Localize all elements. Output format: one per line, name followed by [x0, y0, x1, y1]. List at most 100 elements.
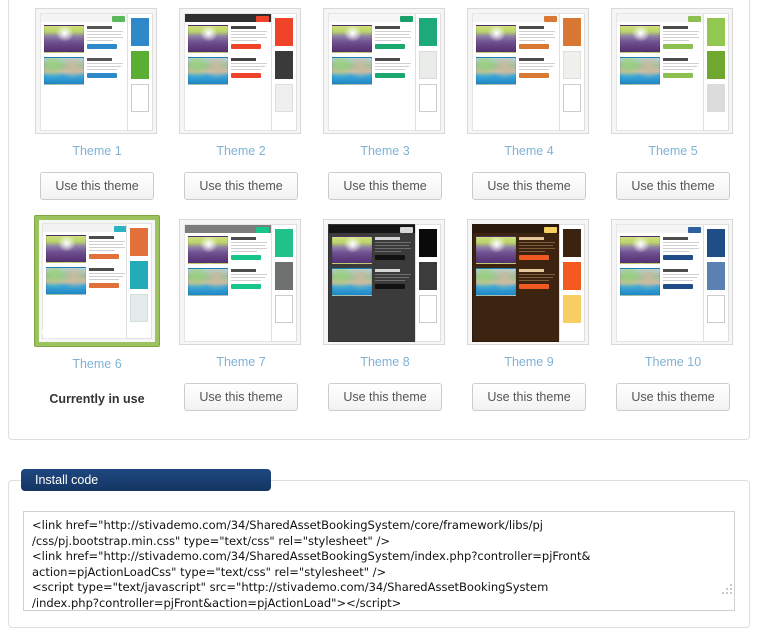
mini-text-line: [663, 274, 699, 276]
theme-card-6[interactable]: Theme 6 Currently in use: [25, 211, 169, 414]
mini-photo-conference-room: [188, 25, 228, 53]
mini-text-line: [519, 39, 545, 41]
theme-thumbnail-2[interactable]: [179, 8, 303, 134]
mini-text-line: [519, 244, 554, 247]
mini-header-button: [544, 226, 557, 233]
mini-text-line: [375, 33, 410, 36]
color-swatch: [131, 18, 149, 46]
theme-action: Use this theme: [457, 171, 601, 201]
mini-body: [617, 233, 703, 303]
mini-listing-item: [620, 268, 700, 296]
mini-text-line: [231, 36, 267, 39]
mini-cta-button: [375, 43, 405, 49]
mini-text-block: [86, 267, 126, 295]
theme-card-7[interactable]: Theme 7 Use this theme: [169, 211, 313, 414]
mini-cta-button: [231, 43, 261, 49]
theme-card-3[interactable]: Theme 3 Use this theme: [313, 0, 457, 201]
color-swatch: [563, 84, 581, 112]
theme-thumbnail-1[interactable]: [35, 8, 159, 134]
theme-thumbnail-3[interactable]: [323, 8, 447, 134]
mini-text-line: [87, 33, 122, 36]
theme-thumbnail-4[interactable]: [467, 8, 591, 134]
mini-photo-summer-villa: [476, 57, 516, 85]
mini-item-title: [663, 26, 689, 29]
mini-item-title: [663, 237, 689, 240]
mini-body: [185, 22, 271, 92]
color-swatch: [707, 262, 725, 290]
use-theme-button[interactable]: Use this theme: [184, 383, 298, 411]
mini-item-title: [87, 26, 113, 29]
mini-cta-button: [231, 254, 261, 260]
color-swatch: [130, 294, 148, 322]
use-theme-button[interactable]: Use this theme: [184, 172, 298, 200]
mini-item-title: [231, 269, 257, 272]
mini-text-line: [231, 250, 257, 252]
mini-photo-conference-room: [620, 236, 660, 264]
mini-text-line: [519, 250, 545, 252]
mini-header-button: [688, 226, 701, 233]
mini-cta-button: [519, 43, 549, 49]
theme-action: Use this theme: [601, 382, 745, 412]
mini-text-line: [375, 63, 411, 65]
mini-photo-summer-villa: [46, 267, 86, 295]
theme-label: Theme 8: [360, 355, 410, 369]
resize-handle-icon[interactable]: [722, 584, 734, 596]
mini-text-line: [519, 242, 555, 244]
use-theme-button[interactable]: Use this theme: [472, 172, 586, 200]
mini-text-block: [228, 268, 268, 296]
mini-text-line: [519, 36, 555, 39]
theme-card-8[interactable]: Theme 8 Use this theme: [313, 211, 457, 414]
mini-text-line: [663, 33, 698, 36]
mini-body: [473, 22, 559, 92]
mini-text-line: [519, 247, 555, 250]
theme-thumbnail-6[interactable]: [34, 215, 160, 347]
use-theme-button[interactable]: Use this theme: [616, 383, 730, 411]
install-code-textarea[interactable]: <link href="http://stivademo.com/34/Shar…: [23, 511, 735, 611]
mini-text-line: [375, 242, 411, 244]
theme-thumbnail-8[interactable]: [323, 219, 447, 345]
theme-thumbnail-9[interactable]: [467, 219, 591, 345]
theme-row: Theme 1 Use this theme Theme 2 Use this …: [9, 0, 751, 201]
use-theme-button[interactable]: Use this theme: [328, 383, 442, 411]
color-swatches: [703, 224, 729, 342]
theme-card-10[interactable]: Theme 10 Use this theme: [601, 211, 745, 414]
theme-thumbnail-7[interactable]: [179, 219, 303, 345]
mini-cta-button: [375, 254, 405, 260]
mini-photo-summer-villa: [44, 57, 84, 85]
mini-site-preview: [616, 224, 704, 342]
mini-header: [43, 224, 129, 232]
mini-site-preview: [328, 13, 416, 131]
theme-thumbnail-5[interactable]: [611, 8, 735, 134]
mini-text-line: [663, 65, 698, 68]
mini-listing-item: [476, 25, 556, 53]
color-swatch: [707, 295, 725, 323]
use-theme-button[interactable]: Use this theme: [40, 172, 154, 200]
mini-item-title: [375, 237, 401, 240]
mini-text-line: [375, 274, 411, 276]
color-swatches: [415, 224, 441, 342]
install-code-panel: Install code <link href="http://stivadem…: [8, 469, 750, 628]
theme-label: Theme 4: [504, 144, 554, 158]
theme-card-1[interactable]: Theme 1 Use this theme: [25, 0, 169, 201]
mini-site-preview: [40, 13, 128, 131]
mini-text-line: [663, 242, 699, 244]
mini-photo-summer-villa: [188, 57, 228, 85]
use-theme-button[interactable]: Use this theme: [472, 383, 586, 411]
use-theme-button[interactable]: Use this theme: [616, 172, 730, 200]
use-theme-button[interactable]: Use this theme: [328, 172, 442, 200]
mini-text-line: [89, 249, 115, 251]
mini-body: [41, 22, 127, 92]
mini-text-line: [87, 39, 113, 41]
mini-listing-item: [188, 57, 268, 85]
theme-card-4[interactable]: Theme 4 Use this theme: [457, 0, 601, 201]
theme-card-5[interactable]: Theme 5 Use this theme: [601, 0, 745, 201]
mini-text-line: [375, 31, 411, 33]
theme-label: Theme 1: [72, 144, 122, 158]
mini-photo-conference-room: [476, 25, 516, 53]
mini-photo-summer-villa: [620, 268, 660, 296]
theme-card-9[interactable]: Theme 9 Use this theme: [457, 211, 601, 414]
color-swatch: [275, 262, 293, 290]
theme-thumbnail-10[interactable]: [611, 219, 735, 345]
theme-card-2[interactable]: Theme 2 Use this theme: [169, 0, 313, 201]
mini-listing-item: [332, 236, 412, 264]
